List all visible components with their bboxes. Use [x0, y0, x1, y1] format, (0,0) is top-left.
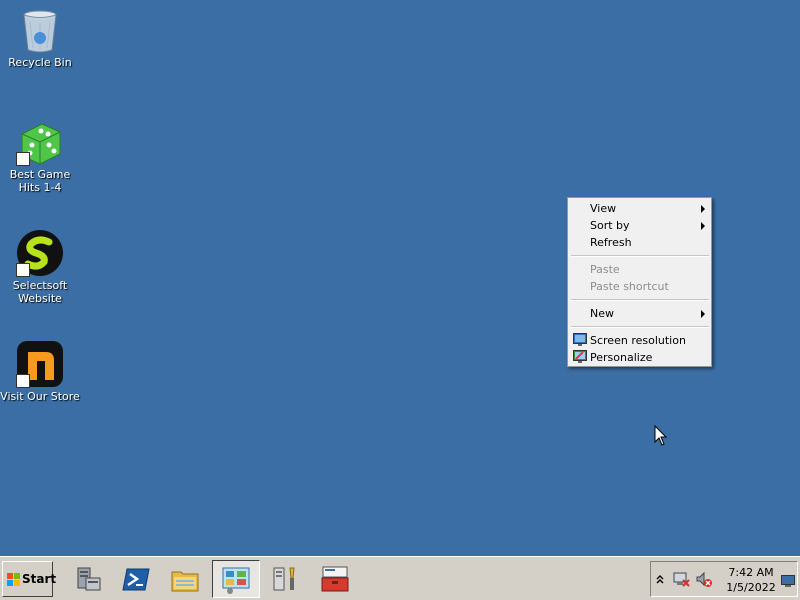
menu-item-sort-by[interactable]: Sort by [568, 217, 711, 234]
submenu-arrow-icon [701, 222, 705, 230]
desktop-icon-best-game-hits[interactable]: Best Game Hits 1-4 [0, 118, 80, 194]
system-tray: 7:42 AM 1/5/2022 [650, 561, 798, 597]
desktop-icon-label: Recycle Bin [8, 56, 72, 69]
menu-item-label: Paste [590, 263, 620, 276]
powershell-icon [122, 568, 150, 591]
menu-item-label: Personalize [590, 351, 653, 364]
volume-muted-icon[interactable] [695, 571, 713, 589]
clock-time: 7:42 AM [728, 566, 774, 579]
personalize-icon [573, 350, 587, 364]
clock[interactable]: 7:42 AM 1/5/2022 [717, 565, 785, 595]
server-manager-icon [77, 567, 101, 591]
tools-icon [273, 567, 295, 591]
menu-item-label: View [590, 202, 617, 215]
menu-separator [571, 299, 709, 301]
desktop-icon-label: Best Game Hits 1-4 [9, 168, 71, 194]
menu-separator [571, 326, 709, 328]
menu-item-paste-shortcut: Paste shortcut [568, 278, 711, 295]
start-label: Start [22, 572, 57, 586]
desktop-context-menu: View Sort by Refresh Paste Paste shortcu… [567, 197, 712, 367]
taskbar-button-powershell[interactable] [113, 560, 161, 598]
windows-flag-icon [7, 573, 21, 587]
taskbar-button-control-panel[interactable] [212, 560, 260, 598]
desktop-icon-recycle-bin[interactable]: Recycle Bin [0, 6, 80, 69]
desktop-icon-label: Selectsoft Website [12, 279, 68, 305]
show-hidden-icons-icon[interactable] [655, 573, 665, 585]
monitor-icon [573, 333, 587, 347]
taskbar: Start 7:42 AM 1/5/2022 [0, 556, 800, 600]
shortcut-arrow-icon [16, 263, 30, 277]
desktop-icon-label: Visit Our Store [0, 390, 80, 403]
menu-item-personalize[interactable]: Personalize [568, 349, 711, 366]
start-button[interactable]: Start [2, 561, 57, 597]
taskbar-button-tools[interactable] [262, 560, 310, 598]
menu-item-label: Screen resolution [590, 334, 686, 347]
menu-item-paste: Paste [568, 261, 711, 278]
clock-date: 1/5/2022 [726, 581, 776, 594]
menu-item-screen-resolution[interactable]: Screen resolution [568, 332, 711, 349]
file-explorer-icon [171, 571, 199, 592]
submenu-arrow-icon [701, 310, 705, 318]
taskbar-button-server-manager[interactable] [64, 560, 112, 598]
taskbar-button-file-explorer[interactable] [162, 560, 210, 598]
submenu-arrow-icon [701, 205, 705, 213]
network-icon[interactable] [673, 571, 691, 589]
green-dice-icon [16, 118, 64, 166]
taskbar-button-toolbox[interactable] [312, 560, 360, 598]
menu-item-new[interactable]: New [568, 305, 711, 322]
menu-item-label: New [590, 307, 614, 320]
menu-item-label: Paste shortcut [590, 280, 669, 293]
menu-item-label: Refresh [590, 236, 632, 249]
menu-item-label: Sort by [590, 219, 630, 232]
desktop-icon-selectsoft-website[interactable]: Selectsoft Website [0, 229, 80, 305]
shortcut-arrow-icon [16, 152, 30, 166]
mouse-cursor-icon [654, 424, 668, 447]
selectsoft-logo-icon [16, 229, 64, 277]
desktop-icon-visit-our-store[interactable]: Visit Our Store [0, 340, 80, 403]
menu-item-refresh[interactable]: Refresh [568, 234, 711, 251]
menu-item-view[interactable]: View [568, 200, 711, 217]
store-logo-icon [16, 340, 64, 388]
menu-separator [571, 255, 709, 257]
recycle-bin-icon [16, 6, 64, 54]
toolbox-icon [321, 566, 349, 592]
show-desktop-icon[interactable] [781, 575, 795, 587]
shortcut-arrow-icon [16, 374, 30, 388]
control-panel-icon [222, 567, 250, 594]
